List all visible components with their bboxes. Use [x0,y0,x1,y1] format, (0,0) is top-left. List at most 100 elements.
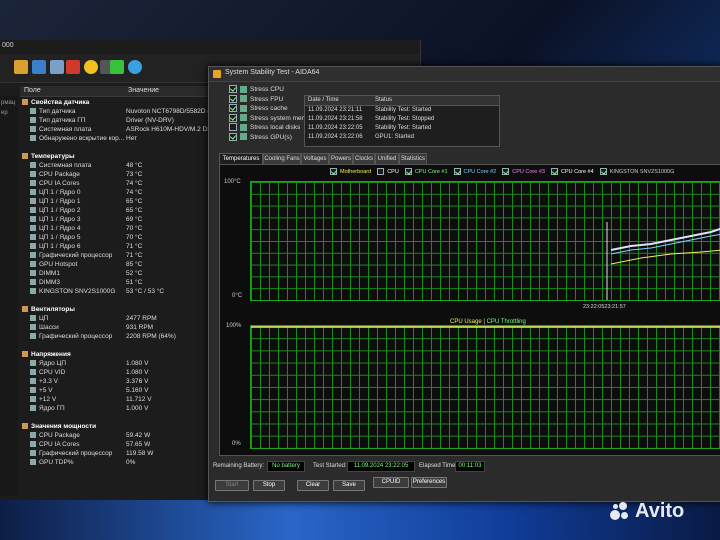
graph-area: Motherboard CPU CPU Core #1 CPU Core #2 CPU … [219,164,720,456]
sensor-label: Вентиляторы [31,306,75,313]
field-column-header[interactable]: Поле [24,87,41,94]
download-icon[interactable] [110,60,124,74]
sensor-row[interactable]: ЦП 1 / Ядро 3 69 °C [22,215,222,224]
legend-checkbox[interactable] [330,168,337,175]
sensor-row[interactable]: CPU VID 1.080 V [22,368,222,377]
legend-item[interactable]: CPU Core #2 [453,168,496,175]
checkbox[interactable] [229,104,237,113]
sensor-row[interactable]: Шасси 931 RPM [22,323,222,332]
sensor-group[interactable]: Температуры [22,152,222,161]
refresh-icon[interactable] [14,60,28,74]
sensor-row[interactable]: Системная плата ASRock H610M-HDV/M.2 D5 [22,125,222,134]
sensor-group[interactable]: Напряжения [22,350,222,359]
legend-checkbox[interactable] [453,168,461,175]
legend-checkbox[interactable] [404,168,412,175]
sensor-row[interactable]: Тип датчика Nuvoton NCT6798D/5582D (ISA [22,107,222,116]
sensor-row[interactable]: GPU TDP% 0% [22,458,222,467]
sensor-row[interactable]: +3.3 V 3.376 V [22,377,222,386]
sensor-row[interactable]: ЦП 1 / Ядро 4 70 °C [22,224,222,233]
sensor-group[interactable]: Значения мощности [22,422,222,431]
preferences-button[interactable]: Preferences [411,477,447,488]
legend-item[interactable]: CPU Core #4 [550,168,594,175]
cpuid-button[interactable]: CPUID [373,477,409,488]
sensor-row[interactable]: ЦП 1 / Ядро 6 71 °C [22,242,222,251]
legend-checkbox[interactable] [599,168,607,175]
stop-button[interactable]: Stop [253,480,285,491]
legend-item[interactable]: CPU Core #1 [404,168,448,175]
sensor-row[interactable]: ЦП 1 / Ядро 1 65 °C [22,197,222,206]
sensor-row[interactable]: Графический процессор 119.58 W [22,449,222,458]
checkbox[interactable] [229,94,237,103]
sensor-value: 1.000 V [126,405,149,412]
report-icon[interactable] [32,60,46,74]
nav-label[interactable]: ер [1,110,18,116]
legend-item[interactable]: CPU Core #3 [502,168,545,175]
legend-label: CPU Core #1 [414,168,448,175]
checkbox[interactable] [229,85,237,94]
sensor-label: Ядро ЦП [39,360,67,367]
sensor-row[interactable]: CPU Package 59.42 W [22,431,222,440]
sensor-row[interactable]: Тип датчика ГП Driver (NV-DRV) [22,116,222,125]
sensor-label: Тип датчика ГП [39,117,86,124]
legend-checkbox[interactable] [377,168,385,175]
sensor-row[interactable]: ЦП 1 / Ядро 0 74 °C [22,188,222,197]
computer-icon[interactable] [50,60,64,74]
sensor-label: Значения мощности [31,423,97,430]
search-icon[interactable] [128,60,142,74]
log-status-header[interactable]: Status [375,97,392,103]
stability-window-titlebar[interactable]: System Stability Test - AIDA64 [209,67,720,82]
sensor-row[interactable]: GPU Hotspot 85 °C [22,260,222,269]
sensor-row[interactable]: Системная плата 48 °C [22,161,222,170]
legend-checkbox[interactable] [502,168,510,175]
checkbox[interactable] [229,132,237,141]
sensor-row[interactable]: Обнаружено вскрытие кор... Нет [22,134,222,143]
log-row[interactable]: 11.09.2024 23:22:06 GPU1: Started [305,134,499,142]
clear-button[interactable]: Clear [297,480,329,491]
legend-checkbox[interactable] [550,168,558,175]
sensor-row[interactable] [22,413,222,422]
sensor-row[interactable]: ЦП 2477 RPM [22,314,222,323]
legend-item[interactable]: KINGSTON SNV2S1000G [599,168,674,175]
sensor-row[interactable]: CPU Package 73 °C [22,170,222,179]
stress-option[interactable]: Stress CPU [229,85,316,95]
sensor-row[interactable]: Графический процессор 2208 RPM (64%) [22,332,222,341]
sensor-row[interactable]: +5 V 5.160 V [22,386,222,395]
sensor-value: 5.160 V [126,387,149,394]
sensor-group[interactable]: Свойства датчика [22,98,222,107]
sensor-row[interactable]: ЦП 1 / Ядро 2 65 °C [22,206,222,215]
value-column-header[interactable]: Значение [128,87,159,94]
sensor-group[interactable]: Вентиляторы [22,305,222,314]
sensor-row[interactable]: CPU IA Cores 57.65 W [22,440,222,449]
sensor-row[interactable]: Графический процессор 71 °C [22,251,222,260]
log-row[interactable]: 11.09.2024 23:21:11 Stability Test: Start… [305,107,499,115]
sensor-row[interactable] [22,143,222,152]
sensor-row[interactable] [22,296,222,305]
checkbox[interactable] [229,123,237,132]
stress-option-label: Stress CPU [250,86,284,93]
sensor-row[interactable]: +12 V 11.712 V [22,395,222,404]
sensor-row[interactable]: Ядро ГП 1.000 V [22,404,222,413]
ram-icon[interactable] [66,60,80,74]
save-button[interactable]: Save [333,480,365,491]
legend-item[interactable]: CPU [377,168,399,175]
nav-label[interactable]: рмац [1,100,18,106]
sensor-row[interactable] [22,341,222,350]
log-row[interactable]: 11.09.2024 23:22:05 Stability Test: Start… [305,125,499,133]
sensor-row[interactable]: KINGSTON SNV2S1000G 53 °C / 53 °C [22,287,222,296]
sensor-icon [30,387,36,394]
sensor-row[interactable]: DIMM1 52 °C [22,269,222,278]
legend-label: CPU Core #4 [560,168,594,175]
checkbox[interactable] [229,113,237,122]
sensor-row[interactable]: ЦП 1 / Ядро 5 70 °C [22,233,222,242]
sensor-row[interactable]: DIMM3 51 °C [22,278,222,287]
start-button[interactable]: Start [215,480,249,491]
log-date-header[interactable]: Date / Time [308,97,339,103]
legend-label: Motherboard [340,168,372,175]
sensor-icon [30,180,36,187]
legend-item[interactable]: Motherboard [330,168,372,175]
sensor-row[interactable]: CPU IA Cores 74 °C [22,179,222,188]
sensor-row[interactable]: Ядро ЦП 1.080 V [22,359,222,368]
log-row[interactable]: 11.09.2024 23:21:58 Stability Test: Stopp… [305,116,499,124]
cpuid-icon[interactable] [84,60,98,74]
remaining-battery-value: No battery [267,461,305,472]
